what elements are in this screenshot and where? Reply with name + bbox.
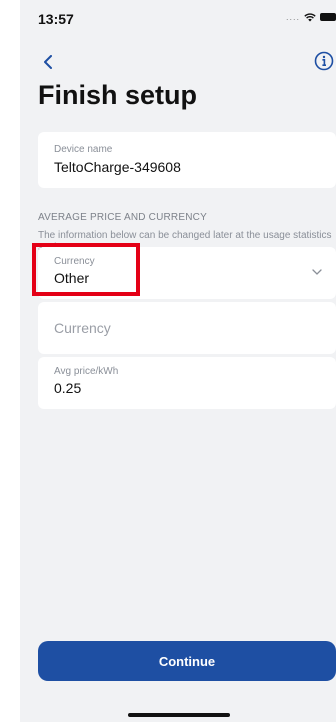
device-name-label: Device name <box>54 144 113 155</box>
device-name-value: TeltoCharge-349608 <box>54 159 181 175</box>
back-button[interactable] <box>38 52 58 72</box>
currency-input[interactable]: Currency <box>38 302 336 354</box>
currency-input-placeholder: Currency <box>54 320 111 336</box>
signal-icon: .... <box>285 12 300 22</box>
continue-button[interactable]: Continue <box>38 641 336 681</box>
avg-price-label: Avg price/kWh <box>54 366 119 377</box>
currency-select-label: Currency <box>54 256 95 267</box>
currency-select-value: Other <box>54 270 90 286</box>
avg-price-field[interactable]: Avg price/kWh 0.25 <box>38 357 336 409</box>
section-heading: AVERAGE PRICE AND CURRENCY <box>38 212 207 223</box>
wifi-icon <box>304 12 316 21</box>
continue-button-label: Continue <box>158 653 216 669</box>
currency-select[interactable]: Currency Other <box>38 247 336 299</box>
status-bar: 13:57 .... <box>20 0 336 40</box>
page-title: Finish setup <box>38 80 198 110</box>
avg-price-value: 0.25 <box>54 380 82 396</box>
battery-icon <box>320 13 336 21</box>
chevron-left-icon <box>44 55 52 69</box>
app-screen: 13:57 .... Finish setup Device name Telt… <box>20 0 336 722</box>
home-indicator <box>128 713 230 717</box>
chevron-down-icon <box>312 269 322 275</box>
status-time: 13:57 <box>38 11 74 27</box>
device-name-field[interactable]: Device name TeltoCharge-349608 <box>38 132 336 188</box>
status-icons: .... <box>286 12 336 22</box>
info-icon[interactable] <box>314 51 334 71</box>
